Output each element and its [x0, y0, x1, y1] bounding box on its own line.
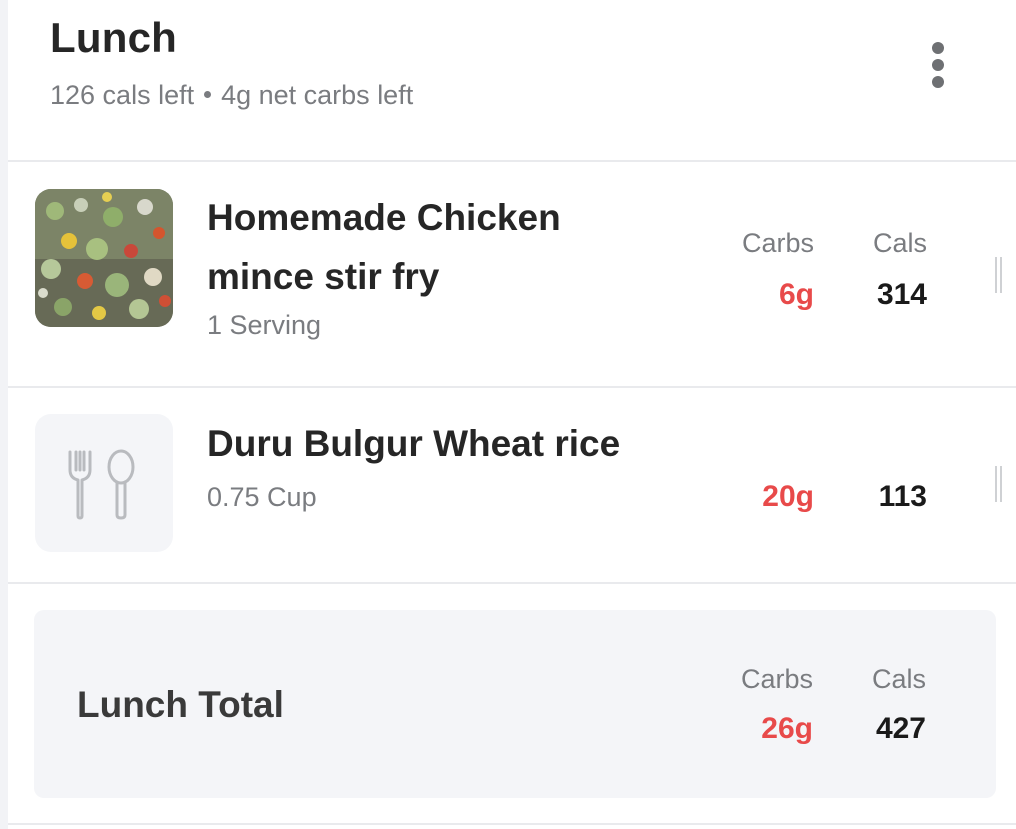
food-entry-row[interactable]: Homemade Chicken mince stir fry 1 Servin… — [8, 162, 1016, 388]
more-options-button[interactable] — [920, 38, 956, 92]
food-name: Homemade Chicken mince stir fry — [207, 197, 561, 297]
more-vertical-icon — [932, 42, 944, 54]
drag-handle-bar — [1000, 257, 1002, 293]
meal-title: Lunch — [50, 14, 177, 61]
more-vertical-icon-dot — [932, 76, 944, 88]
food-photo-image — [35, 189, 173, 327]
food-cals-value: 314 — [876, 278, 927, 311]
meal-remaining-summary: 126 cals left 4g net carbs left — [50, 80, 413, 111]
food-name: Duru Bulgur Wheat rice — [207, 423, 621, 464]
drag-handle-bar — [1000, 466, 1002, 502]
meal-card-lunch: Lunch 126 cals left 4g net carbs left Ho… — [8, 0, 1016, 829]
carbs-column-label: Carbs — [741, 228, 814, 258]
cals-left-text: 126 cals left — [50, 80, 195, 110]
cals-column-label: Cals — [872, 228, 927, 258]
food-serving: 1 Serving — [207, 310, 322, 340]
meal-total-label: Lunch Total — [77, 684, 284, 725]
food-carbs-value: 20g — [762, 480, 814, 513]
drag-handle-bar — [995, 257, 997, 293]
carbs-left-text: 4g net carbs left — [221, 80, 414, 110]
fork-spoon-icon — [68, 449, 135, 520]
cals-column-label: Cals — [871, 664, 926, 694]
food-carbs-value: 6g — [778, 278, 814, 311]
drag-handle-icon[interactable] — [995, 257, 1003, 293]
meal-total-summary: Lunch Total Carbs Cals 26g 427 — [34, 610, 996, 798]
drag-handle-bar — [995, 466, 997, 502]
carbs-column-label: Carbs — [740, 664, 813, 694]
total-carbs-value: 26g — [761, 712, 813, 745]
food-serving: 0.75 Cup — [207, 482, 317, 512]
drag-handle-icon[interactable] — [995, 466, 1003, 502]
food-placeholder-thumb — [35, 414, 173, 552]
meal-header: Lunch 126 cals left 4g net carbs left — [8, 0, 1016, 162]
total-cals-value: 427 — [875, 712, 926, 745]
separator-dot — [204, 91, 212, 99]
food-photo — [35, 189, 173, 327]
divider — [8, 823, 1016, 825]
food-entry-row[interactable]: Duru Bulgur Wheat rice 0.75 Cup 20g 113 — [8, 388, 1016, 584]
food-cals-value: 113 — [878, 480, 927, 513]
more-vertical-icon-dot — [932, 59, 944, 71]
